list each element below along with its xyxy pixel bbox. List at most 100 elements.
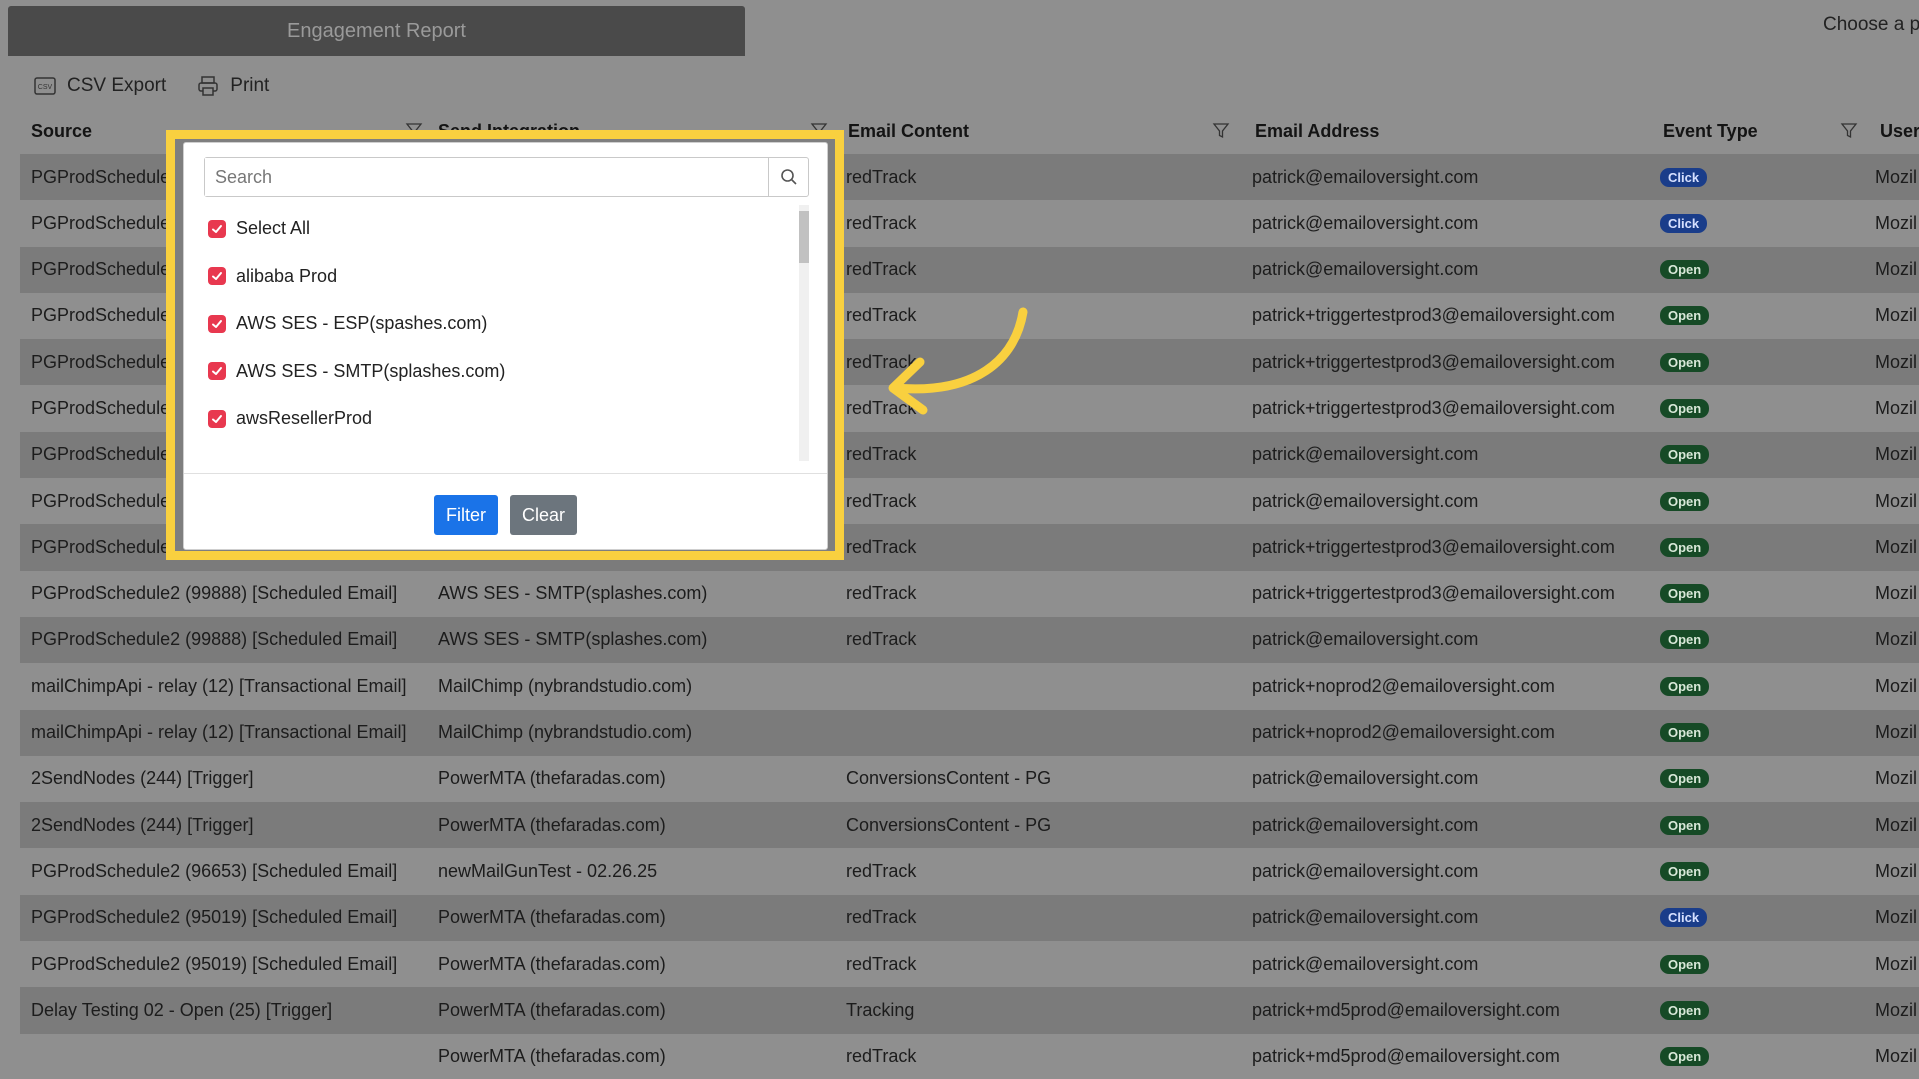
event-badge: Click — [1660, 167, 1708, 187]
email-cell: patrick@emailoversight.com — [1252, 490, 1479, 511]
filter-option-label: Select All — [236, 218, 311, 239]
email-cell: patrick+md5prod@emailoversight.com — [1252, 1046, 1560, 1067]
filter-option-label: awsResellerProd — [236, 408, 373, 429]
event-badge: Open — [1660, 260, 1710, 280]
event-cell: Open — [1660, 987, 1860, 1033]
table-row[interactable]: PGProdSchedule2 (96653) [Scheduled Email… — [20, 848, 1919, 895]
integration-cell: PowerMTA (thefaradas.com) — [438, 907, 666, 928]
checkbox-checked-icon[interactable] — [208, 409, 226, 428]
event-cell: Open — [1660, 756, 1860, 802]
source-cell: mailChimpApi - relay (12) [Transactional… — [31, 675, 407, 696]
report-title: Engagement Report — [286, 19, 466, 42]
content-cell: redTrack — [846, 583, 917, 604]
event-badge: Open — [1660, 445, 1710, 465]
report-title-tab[interactable]: Engagement Report — [8, 6, 745, 56]
filter-option[interactable]: AWS SES - ESP(spashes.com) — [204, 300, 804, 348]
print-label: Print — [230, 75, 270, 96]
print-button[interactable]: Print — [196, 74, 269, 98]
content-cell — [846, 710, 1241, 756]
event-cell: Open — [1660, 571, 1860, 617]
content-cell: redTrack — [846, 490, 917, 511]
filter-option[interactable]: Select All — [204, 205, 804, 253]
integration-cell: PowerMTA (thefaradas.com) — [438, 953, 666, 974]
search-input[interactable] — [205, 158, 768, 196]
source-cell: PGProdSchedule2 (95019) [Scheduled Email… — [31, 907, 398, 928]
integration-cell: PowerMTA (thefaradas.com) — [438, 768, 666, 789]
table-row[interactable]: Delay Testing 02 - Open (25) [Trigger] Po… — [20, 987, 1919, 1034]
source-cell: Delay Testing 02 - Open (25) [Trigger] — [31, 999, 333, 1020]
header-source[interactable]: Source — [31, 108, 92, 154]
email-cell: patrick@emailoversight.com — [1252, 814, 1479, 835]
event-badge: Click — [1660, 213, 1708, 233]
choose-text[interactable]: Choose a pe — [1823, 14, 1919, 36]
table-row[interactable]: mailChimpApi - relay (12) [Transactional… — [20, 663, 1919, 710]
checkbox-checked-icon[interactable] — [208, 267, 226, 286]
checkbox-checked-icon[interactable] — [208, 219, 226, 238]
user-cell: Mozil — [1875, 444, 1918, 465]
source-cell — [31, 1034, 421, 1079]
scrollbar-thumb[interactable] — [799, 211, 809, 263]
table-row[interactable]: PGProdSchedule2 (95019) [Scheduled Email… — [20, 941, 1919, 988]
content-cell: redTrack — [846, 212, 917, 233]
integration-cell: PowerMTA (thefaradas.com) — [438, 1046, 666, 1067]
integration-cell: PowerMTA (thefaradas.com) — [438, 814, 666, 835]
header-email-content[interactable]: Email Content — [848, 108, 969, 154]
event-badge: Open — [1660, 676, 1710, 696]
user-cell: Mozil — [1875, 536, 1918, 557]
event-badge: Open — [1660, 398, 1710, 418]
event-cell: Open — [1660, 848, 1860, 894]
search-button[interactable] — [768, 158, 808, 196]
user-cell: Mozil — [1875, 675, 1918, 696]
header-user[interactable]: User — [1880, 108, 1919, 154]
event-cell: Open — [1660, 293, 1860, 339]
email-cell: patrick@emailoversight.com — [1252, 212, 1479, 233]
table-row[interactable]: PowerMTA (thefaradas.com) redTrack patrick… — [20, 1033, 1919, 1079]
table-row[interactable]: PGProdSchedule2 (99888) [Scheduled Email… — [20, 570, 1919, 617]
user-cell: Mozil — [1875, 166, 1918, 187]
content-cell: Tracking — [846, 999, 915, 1020]
filter-funnel-icon[interactable] — [1840, 122, 1858, 140]
email-cell: patrick@emailoversight.com — [1252, 166, 1479, 187]
filter-funnel-icon[interactable] — [1212, 122, 1230, 140]
user-cell: Mozil — [1875, 722, 1918, 743]
table-row[interactable]: 2SendNodes (244) [Trigger] PowerMTA (thef… — [20, 802, 1919, 849]
search-icon — [780, 169, 797, 185]
header-email-address[interactable]: Email Address — [1255, 108, 1379, 154]
table-row[interactable]: mailChimpApi - relay (12) [Transactional… — [20, 709, 1919, 756]
event-badge: Open — [1660, 723, 1710, 743]
user-cell: Mozil — [1875, 583, 1918, 604]
csv-export-button[interactable]: CSV CSV Export — [33, 74, 166, 98]
user-cell: Mozil — [1875, 953, 1918, 974]
search-box — [204, 157, 809, 197]
checkbox-checked-icon[interactable] — [208, 362, 226, 381]
event-cell: Open — [1660, 663, 1860, 709]
filter-option[interactable]: alibaba Prod — [204, 253, 804, 301]
table-row[interactable]: PGProdSchedule2 (95019) [Scheduled Email… — [20, 894, 1919, 942]
event-badge: Open — [1660, 306, 1710, 326]
filter-button[interactable]: Filter — [433, 495, 498, 535]
event-badge: Open — [1660, 537, 1710, 557]
email-cell: patrick+md5prod@emailoversight.com — [1252, 999, 1560, 1020]
checkbox-checked-icon[interactable] — [208, 314, 226, 333]
printer-icon — [198, 76, 219, 96]
content-cell: redTrack — [846, 259, 917, 280]
event-cell: Click — [1660, 154, 1860, 200]
event-badge: Open — [1660, 815, 1710, 835]
csv-icon: CSV — [34, 77, 56, 95]
header-event-type[interactable]: Event Type — [1663, 108, 1758, 154]
divider — [184, 473, 827, 474]
user-cell: Mozil — [1875, 999, 1918, 1020]
scrollbar[interactable] — [799, 205, 809, 461]
content-cell: ConversionsContent - PG — [846, 768, 1052, 789]
filter-option[interactable]: AWS SES - SMTP(splashes.com) — [204, 348, 804, 396]
filter-option[interactable]: awsResellerProd — [204, 395, 804, 443]
event-cell: Open — [1660, 247, 1860, 293]
table-row[interactable]: PGProdSchedule2 (99888) [Scheduled Email… — [20, 616, 1919, 664]
table-row[interactable]: 2SendNodes (244) [Trigger] PowerMTA (thef… — [20, 755, 1919, 803]
source-cell: PGProdSchedule2 (95019) [Scheduled Email… — [31, 953, 398, 974]
source-cell: PGProdSchedule2 (96653) [Scheduled Email… — [31, 860, 398, 881]
email-cell: patrick+triggertestprod3@emailoversight.… — [1252, 397, 1615, 418]
user-cell: Mozil — [1875, 212, 1918, 233]
integration-cell: AWS SES - SMTP(splashes.com) — [438, 629, 708, 650]
clear-button[interactable]: Clear — [509, 495, 577, 535]
